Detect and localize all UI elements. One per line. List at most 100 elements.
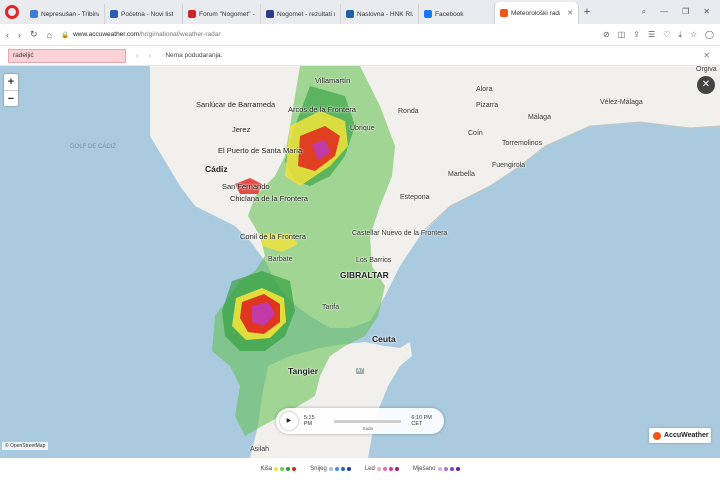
- accuweather-logo[interactable]: AccuWeather: [649, 428, 711, 443]
- place-label: Málaga: [528, 114, 551, 121]
- place-label: Jerez: [232, 125, 251, 134]
- window-controls: ⌕ — ❐ ✕: [642, 7, 720, 17]
- radar-timeline: ▶ 5:15 PM Sada 6:10 PM CET: [276, 408, 444, 434]
- browser-tab[interactable]: Facebook: [419, 4, 495, 24]
- zoom-in-button[interactable]: +: [4, 74, 18, 90]
- precip-legend: Kiša Snijeg Led Mješano: [0, 458, 720, 480]
- place-label: Coín: [468, 130, 483, 137]
- tab-favicon-icon: [424, 10, 432, 18]
- forward-icon[interactable]: ›: [18, 30, 21, 40]
- opera-logo-icon[interactable]: [5, 5, 19, 19]
- place-label: Chiclana de la Frontera: [230, 194, 308, 203]
- browser-tab[interactable]: Početna - Novi list: [105, 4, 183, 24]
- toolbar-icons: ⊘ ◫ ⇪ ☰ ♡ ⤓ ☆ ◯: [603, 30, 714, 40]
- place-label: Vélez-Málaga: [600, 99, 643, 106]
- legend-swatch: [455, 467, 460, 471]
- map-close-button[interactable]: ✕: [697, 76, 715, 94]
- legend-swatch: [328, 467, 333, 471]
- find-bar: radeljić ‹ › Nema podudaranja. ✕: [0, 46, 720, 66]
- tab-favicon-icon: [188, 10, 196, 18]
- road-shield: A7: [356, 368, 365, 374]
- legend-swatch: [286, 467, 291, 471]
- legend-group: Led: [365, 466, 399, 472]
- reload-icon[interactable]: ↻: [30, 29, 38, 40]
- legend-group: Snijeg: [310, 466, 351, 472]
- bookmark-icon[interactable]: ☆: [690, 30, 697, 40]
- legend-swatch: [382, 467, 387, 471]
- place-label: Arcos de la Frontera: [288, 105, 356, 114]
- browser-tab[interactable]: Meteorološki radar za ✕: [495, 2, 579, 24]
- share-icon[interactable]: ⇪: [633, 30, 640, 40]
- tab-label: Nepresušan - Tribina - Inte: [41, 10, 99, 18]
- tab-favicon-icon: [30, 10, 38, 18]
- back-icon[interactable]: ‹: [6, 30, 9, 40]
- browser-tab[interactable]: Nogomet - rezultati uživo: [261, 4, 341, 24]
- radar-map[interactable]: + − ✕ Villamartín Alora Orgiva Sanlúcar de …: [0, 66, 720, 458]
- legend-label: Led: [364, 466, 375, 472]
- place-label: Conil de la Frontera: [240, 232, 306, 241]
- place-label: Castellar Nuevo de la Frontera: [352, 230, 448, 237]
- home-icon[interactable]: ⌂: [47, 30, 52, 40]
- tab-favicon-icon: [266, 10, 274, 18]
- minimize-icon[interactable]: —: [660, 7, 668, 17]
- place-label: Torremolinos: [502, 140, 543, 147]
- find-input[interactable]: radeljić: [8, 48, 126, 63]
- snapshot-icon[interactable]: ◫: [618, 30, 626, 40]
- place-label: Fuengirola: [492, 162, 526, 169]
- place-label: Asilah: [250, 446, 270, 453]
- timeline-end: 6:10 PM CET: [411, 415, 432, 427]
- easy-setup-icon[interactable]: ☰: [648, 30, 655, 40]
- zoom-out-button[interactable]: −: [4, 90, 18, 106]
- tab-favicon-icon: [110, 10, 118, 18]
- tab-label: Meteorološki radar za: [511, 9, 560, 17]
- play-button[interactable]: ▶: [280, 412, 298, 430]
- place-label: Ronda: [398, 108, 419, 115]
- place-label: Estepona: [400, 194, 430, 201]
- legend-swatch: [340, 467, 345, 471]
- find-close-icon[interactable]: ✕: [703, 51, 710, 60]
- adblock-icon[interactable]: ⊘: [603, 30, 610, 40]
- accuweather-brand: AccuWeather: [664, 432, 709, 439]
- tab-label: Forum "Nogomet" - Forum: [199, 10, 255, 18]
- place-label: Ubrique: [350, 125, 375, 132]
- url-field[interactable]: 🔒 www.accuweather.com/hr/gi/national/wea…: [61, 31, 594, 39]
- address-bar: ‹ › ↻ ⌂ 🔒 www.accuweather.com/hr/gi/nati…: [0, 24, 720, 46]
- new-tab-button[interactable]: +: [579, 6, 595, 18]
- place-label: Marbella: [448, 171, 475, 178]
- browser-tab[interactable]: Nepresušan - Tribina - Inte: [25, 4, 105, 24]
- heart-icon[interactable]: ♡: [663, 30, 670, 40]
- browser-tab[interactable]: Naslovna - HNK RIJEKA: [341, 4, 419, 24]
- tab-label: Početna - Novi list: [121, 10, 174, 18]
- tab-favicon-icon: [346, 10, 354, 18]
- legend-label: Snijeg: [310, 466, 327, 472]
- download-icon[interactable]: ⤓: [678, 30, 682, 40]
- find-message: Nema podudaranja.: [165, 52, 223, 59]
- timeline-track[interactable]: Sada: [334, 419, 402, 431]
- find-next-icon[interactable]: ›: [149, 51, 152, 60]
- place-label: Orgiva: [696, 66, 717, 73]
- legend-label: Mješano: [412, 466, 436, 472]
- legend-label: Kiša: [260, 466, 273, 472]
- water-label: GOLF DE CÁDIZ: [70, 144, 117, 150]
- close-window-icon[interactable]: ✕: [703, 7, 710, 17]
- legend-swatch: [280, 467, 285, 471]
- browser-tab[interactable]: Forum "Nogomet" - Forum: [183, 4, 261, 24]
- legend-group: Kiša: [260, 466, 297, 472]
- legend-swatch: [334, 467, 339, 471]
- legend-group: Mješano: [413, 466, 460, 472]
- zoom-control: + −: [4, 74, 18, 106]
- url-path: /hr/gi/national/weather-radar: [139, 31, 221, 38]
- legend-swatch: [437, 467, 442, 471]
- place-label: GIBRALTAR: [340, 270, 389, 280]
- account-icon[interactable]: ◯: [705, 30, 714, 40]
- legend-swatch: [292, 467, 297, 471]
- search-tabs-icon[interactable]: ⌕: [642, 7, 646, 17]
- accuweather-sun-icon: [653, 431, 661, 440]
- find-prev-icon[interactable]: ‹: [136, 51, 139, 60]
- url-host: www.accuweather.com: [73, 31, 140, 38]
- place-label: Tangier: [288, 366, 319, 376]
- place-label: Sanlúcar de Barrameda: [196, 100, 276, 109]
- restore-icon[interactable]: ❐: [682, 7, 689, 17]
- map-attribution[interactable]: © OpenStreetMap: [2, 442, 49, 450]
- tab-close-icon[interactable]: ✕: [567, 9, 573, 17]
